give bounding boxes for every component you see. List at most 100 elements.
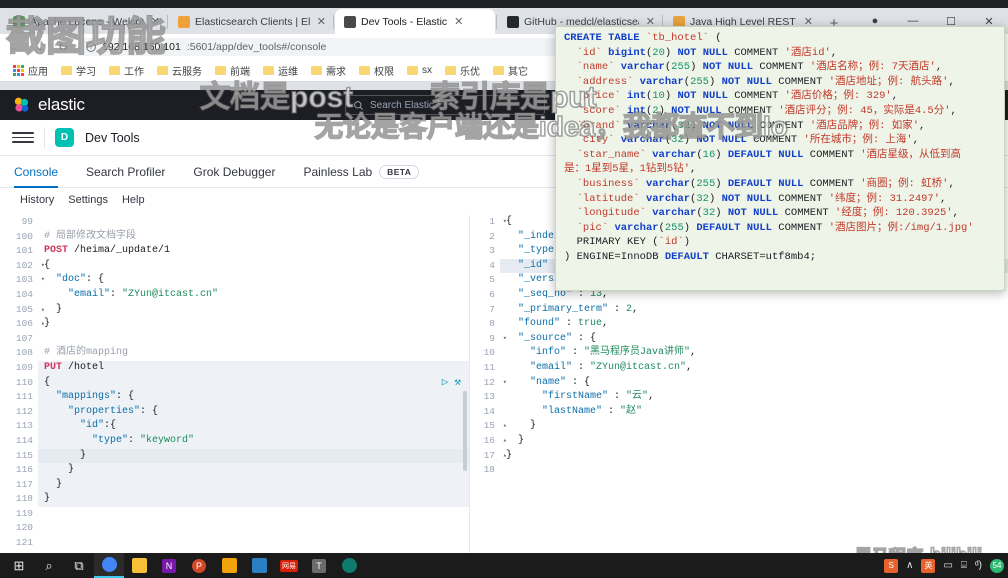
reload-button[interactable]: ↻ — [54, 38, 72, 56]
code-line[interactable]: "properties": { — [38, 404, 469, 420]
code-line[interactable]: } — [38, 303, 469, 318]
code-line[interactable]: "email": "ZYun@itcast.cn" — [38, 288, 469, 303]
sql-token: '所在城市；例: 上海' — [803, 134, 913, 147]
code-line[interactable]: # 局部修改文档字段 — [38, 230, 469, 245]
code-line[interactable] — [38, 507, 469, 522]
tab-close-icon[interactable]: ✕ — [454, 15, 463, 28]
code-line[interactable]: "doc": { — [38, 273, 469, 288]
start-button[interactable]: ⊞ — [4, 553, 34, 578]
edge-icon[interactable] — [334, 553, 364, 578]
vmware-icon[interactable] — [214, 553, 244, 578]
code-line[interactable]: # 酒店的mapping — [38, 346, 469, 361]
code-line[interactable]: "type": "keyword" — [38, 433, 469, 449]
search-input[interactable]: Search Elastic — [345, 95, 545, 115]
sql-token: `business` — [576, 177, 640, 190]
browser-tab[interactable]: Elasticsearch Clients | Elastic ✕ — [169, 9, 332, 34]
bookmark-item[interactable]: 前端 — [210, 61, 255, 80]
volume-icon[interactable]: ᵈ) — [975, 560, 982, 571]
netease-music-icon[interactable]: 网易 — [274, 553, 304, 578]
typora-icon[interactable]: T — [304, 553, 334, 578]
powerpoint-icon[interactable]: P — [184, 553, 214, 578]
code-line[interactable]: } — [38, 463, 469, 478]
tab-console[interactable]: Console — [12, 156, 72, 188]
code-token: "mappings" — [56, 391, 117, 403]
request-editor[interactable]: 99 100 101 102▾103▾104 105▴106▴107 108 109 110▾… — [0, 215, 470, 553]
bookmark-item[interactable]: 需求 — [306, 61, 351, 80]
editor-scrollbar[interactable] — [463, 391, 467, 471]
forward-button[interactable]: → — [30, 38, 48, 56]
line-number: 120 — [15, 522, 33, 534]
ime-icon[interactable]: 英 — [921, 558, 936, 573]
sql-token: 10 — [652, 90, 665, 103]
bookmark-label: 应用 — [28, 67, 48, 78]
tab-search-profiler[interactable]: Search Profiler — [72, 156, 179, 188]
code-line[interactable] — [38, 332, 469, 347]
chrome-icon[interactable] — [94, 553, 124, 578]
code-line[interactable] — [38, 215, 469, 230]
back-button[interactable]: ← — [6, 38, 24, 56]
code-line[interactable]: PUT /hotel ▷ ⚒ — [38, 360, 469, 389]
code-line[interactable]: } — [38, 477, 469, 493]
tab-label: Search Profiler — [86, 164, 166, 179]
sql-token: '酒店星级，从低到高 — [860, 148, 962, 161]
bookmark-item[interactable]: 权限 — [354, 61, 399, 80]
sql-line: `city` varchar(32) NOT NULL COMMENT '所在城… — [556, 133, 1004, 148]
sogou-input-icon[interactable]: S — [884, 558, 899, 573]
tab-favicon-icon — [178, 15, 190, 28]
bookmark-item[interactable]: 云服务 — [152, 61, 207, 80]
tab-close-icon[interactable]: ✕ — [151, 15, 160, 28]
code-line[interactable]: POST /heima/_update/1 — [38, 244, 469, 259]
sql-line: `pic` varchar(255) DEFAULT NULL COMMENT … — [556, 221, 1004, 236]
sql-token: COMMENT — [727, 104, 779, 117]
console-menu-settings[interactable]: Settings — [68, 194, 108, 206]
network-icon[interactable]: ⌸ — [961, 560, 967, 571]
code-line[interactable]: } — [38, 448, 469, 464]
code-line[interactable]: "id":{ — [38, 419, 469, 434]
sql-token: , — [912, 134, 920, 147]
code-line[interactable]: } — [38, 317, 469, 332]
search-icon[interactable]: ⌕ — [34, 553, 64, 578]
sql-token: varchar — [627, 119, 672, 132]
code-line[interactable] — [38, 536, 469, 551]
remote-desktop-icon[interactable] — [244, 553, 274, 578]
code-line[interactable] — [38, 521, 469, 536]
site-info-icon[interactable]: i — [86, 42, 96, 52]
file-explorer-icon[interactable] — [124, 553, 154, 578]
console-menu-help[interactable]: Help — [122, 194, 145, 206]
sql-token: '经度；例: 120.3925' — [835, 207, 953, 220]
tab-grok-debugger[interactable]: Grok Debugger — [179, 156, 289, 188]
bookmark-item[interactable]: 学习 — [56, 61, 101, 80]
editor-code[interactable]: # 局部修改文档字段 POST /heima/_update/1{ "doc": … — [38, 215, 469, 553]
battery-icon[interactable]: ▭ — [943, 560, 952, 571]
play-icon[interactable]: ▷ — [442, 376, 449, 391]
tab-painless-lab[interactable]: Painless Lab BETA — [289, 156, 433, 188]
code-line[interactable]: "mappings": { — [38, 390, 469, 405]
bookmark-item[interactable]: 乐优 — [440, 61, 485, 80]
sql-token: ) — [683, 221, 697, 234]
show-hidden-icon[interactable]: ∧ — [906, 560, 913, 571]
tab-close-icon[interactable]: ✕ — [317, 15, 326, 28]
code-token: "云" — [626, 391, 649, 403]
bookmark-item[interactable]: 其它 — [488, 61, 533, 80]
bookmark-item[interactable]: 应用 — [8, 61, 53, 80]
sql-token: varchar — [652, 207, 697, 220]
run-request-controls[interactable]: ▷ ⚒ — [442, 376, 461, 391]
wrench-icon[interactable]: ⚒ — [454, 376, 461, 391]
notification-icon[interactable]: 54 — [990, 558, 1004, 573]
sql-token: `latitude` — [576, 192, 640, 205]
line-number: 102 ▾ — [0, 259, 45, 274]
menu-toggle-icon[interactable] — [12, 127, 34, 149]
bookmark-item[interactable]: 工作 — [104, 61, 149, 80]
code-line[interactable]: { — [38, 259, 469, 274]
browser-tab[interactable]: Apache Lucene - Welcome to... ✕ — [4, 9, 166, 34]
console-menu-history[interactable]: History — [20, 194, 54, 206]
browser-tab[interactable]: Dev Tools - Elastic ✕ — [335, 9, 495, 34]
bookmark-item[interactable]: sx — [402, 63, 437, 78]
code-line[interactable]: } — [38, 492, 469, 507]
bookmark-item[interactable]: 运维 — [258, 61, 303, 80]
code-line[interactable]: { — [38, 375, 469, 391]
onenote-icon[interactable]: N — [154, 553, 184, 578]
task-view-icon[interactable]: ⧉ — [64, 553, 94, 578]
elastic-logo[interactable]: elastic — [12, 95, 85, 115]
